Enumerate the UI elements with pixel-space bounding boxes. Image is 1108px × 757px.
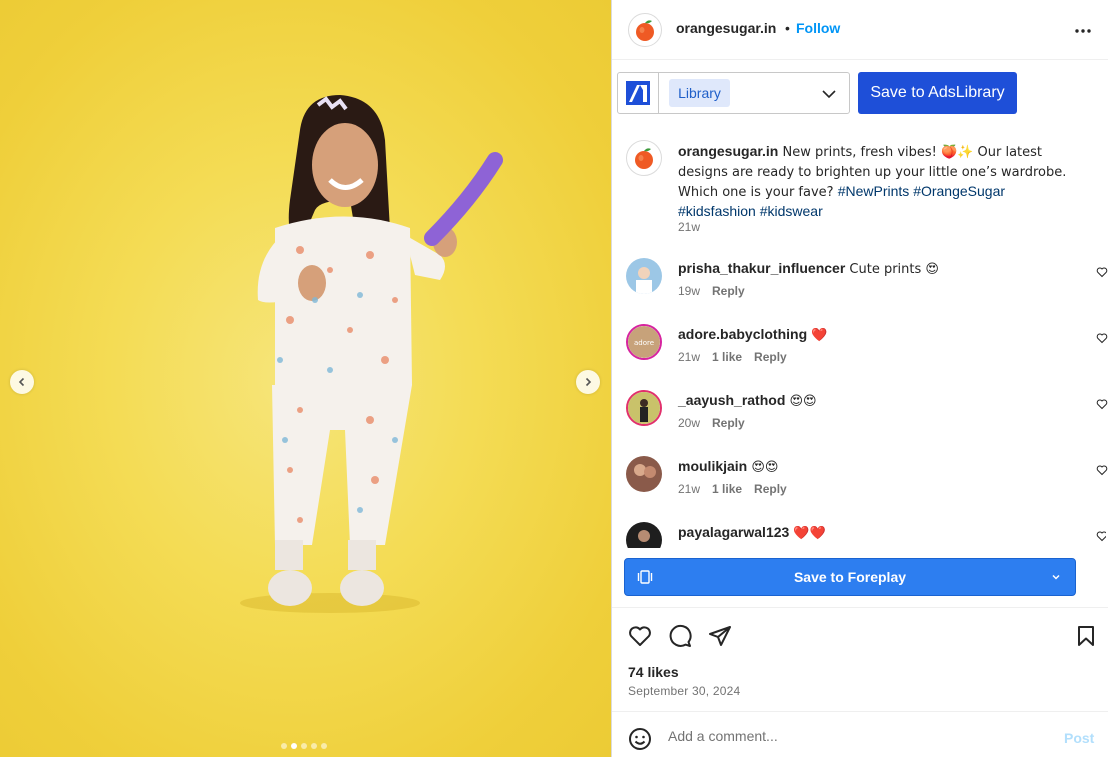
- comment-timestamp[interactable]: 21w: [678, 482, 700, 496]
- avatar-logo-text: adore: [634, 339, 654, 347]
- comment-item: adore adore.babyclothing ❤️ 21w 1 like Rep…: [626, 324, 1108, 384]
- save-to-foreplay-button[interactable]: Save to Foreplay: [624, 558, 1076, 596]
- like-comment-heart-icon[interactable]: [1096, 398, 1108, 410]
- comment-body: 😍😍: [785, 394, 817, 409]
- avatar-photo: adore: [628, 326, 660, 358]
- chevron-down-icon[interactable]: [1051, 572, 1061, 582]
- like-comment-heart-icon[interactable]: [1096, 530, 1106, 542]
- comment-item: payalagarwal123 ❤️❤️: [626, 522, 1106, 548]
- author-avatar[interactable]: [628, 13, 662, 47]
- comment-likes[interactable]: 1 like: [712, 350, 742, 364]
- orange-logo-icon: [636, 20, 654, 41]
- like-comment-heart-icon[interactable]: [1096, 266, 1108, 278]
- adslibrary-logo-icon: [626, 81, 650, 105]
- reply-button[interactable]: Reply: [712, 416, 745, 430]
- comment-timestamp[interactable]: 19w: [678, 284, 700, 298]
- like-comment-heart-icon[interactable]: [1096, 332, 1108, 344]
- separator-dot: •: [785, 20, 790, 36]
- carousel-dot: [281, 743, 287, 749]
- comment-meta: 20w Reply: [678, 416, 745, 430]
- hashtag-link[interactable]: #OrangeSugar: [913, 183, 1005, 199]
- commenter-username[interactable]: prisha_thakur_influencer: [678, 260, 845, 276]
- caption-username[interactable]: orangesugar.in: [678, 143, 778, 159]
- post-comment-button[interactable]: Post: [1064, 730, 1094, 746]
- emoji-smiley-icon[interactable]: [628, 727, 652, 751]
- adslibrary-board-select[interactable]: Library: [617, 72, 850, 114]
- comment-item: _aayush_rathod 😍😍 20w Reply: [626, 390, 1108, 450]
- carousel-indicator: [281, 743, 327, 749]
- selected-board-chip[interactable]: Library: [669, 79, 730, 107]
- comment-bubble-icon[interactable]: [668, 624, 692, 648]
- commenter-username[interactable]: payalagarwal123: [678, 524, 789, 540]
- reply-button[interactable]: Reply: [754, 482, 787, 496]
- reply-button[interactable]: Reply: [754, 350, 787, 364]
- commenter-username[interactable]: moulikjain: [678, 458, 747, 474]
- commenter-avatar[interactable]: [626, 456, 662, 492]
- comment-text: _aayush_rathod 😍😍: [678, 392, 817, 409]
- comment-body: Cute prints 😍: [845, 262, 939, 277]
- add-comment-bar: Post: [612, 711, 1108, 757]
- commenter-avatar[interactable]: adore: [626, 324, 662, 360]
- more-options-icon[interactable]: [1074, 22, 1092, 40]
- next-image-button[interactable]: [576, 370, 600, 394]
- comment-item: prisha_thakur_influencer Cute prints 😍 1…: [626, 258, 1108, 318]
- reply-button[interactable]: Reply: [712, 284, 745, 298]
- comment-text: prisha_thakur_influencer Cute prints 😍: [678, 260, 939, 277]
- comment-item: moulikjain 😍😍 21w 1 like Reply: [626, 456, 1108, 516]
- comment-body: ❤️❤️: [789, 526, 826, 541]
- comment-input[interactable]: [668, 725, 1048, 747]
- carousel-dot: [311, 743, 317, 749]
- post-media[interactable]: [0, 0, 611, 757]
- orange-logo-icon: [635, 148, 653, 169]
- avatar-photo: [626, 522, 662, 548]
- carousel-dot-active: [291, 743, 297, 749]
- avatar-photo: [626, 258, 662, 294]
- commenter-avatar[interactable]: [626, 258, 662, 294]
- comment-meta: 19w Reply: [678, 284, 745, 298]
- caption-author-avatar[interactable]: [626, 140, 662, 176]
- chevron-down-icon[interactable]: [821, 86, 837, 102]
- post-actions: 74 likes September 30, 2024: [612, 607, 1108, 711]
- avatar-photo: [628, 392, 660, 424]
- likes-count[interactable]: 74 likes: [628, 664, 679, 680]
- commenter-avatar[interactable]: [626, 390, 662, 426]
- chevron-left-icon: [18, 377, 25, 387]
- carousel-dot: [321, 743, 327, 749]
- commenter-avatar[interactable]: [626, 522, 662, 548]
- commenter-username[interactable]: adore.babyclothing: [678, 326, 807, 342]
- comment-body: 😍😍: [747, 460, 779, 475]
- post-header: orangesugar.in • Follow: [612, 0, 1108, 60]
- carousel-dot: [301, 743, 307, 749]
- share-send-icon[interactable]: [708, 624, 732, 648]
- like-heart-icon[interactable]: [628, 624, 652, 648]
- hashtag-link[interactable]: #NewPrints: [838, 183, 910, 199]
- comment-meta: 21w 1 like Reply: [678, 482, 787, 496]
- like-comment-heart-icon[interactable]: [1096, 464, 1108, 476]
- chevron-right-icon: [585, 377, 592, 387]
- comment-meta: 21w 1 like Reply: [678, 350, 787, 364]
- bookmark-save-icon[interactable]: [1074, 624, 1098, 648]
- commenter-username[interactable]: _aayush_rathod: [678, 392, 785, 408]
- adslibrary-logo: [618, 73, 659, 113]
- comment-text: payalagarwal123 ❤️❤️: [678, 524, 826, 541]
- comment-likes[interactable]: 1 like: [712, 482, 742, 496]
- post-date: September 30, 2024: [628, 684, 741, 698]
- previous-image-button[interactable]: [10, 370, 34, 394]
- post-sidebar: orangesugar.in • Follow Library Save to …: [611, 0, 1108, 757]
- author-username[interactable]: orangesugar.in: [676, 20, 776, 36]
- comment-timestamp[interactable]: 20w: [678, 416, 700, 430]
- comment-text: moulikjain 😍😍: [678, 458, 778, 475]
- hashtag-link[interactable]: #kidsfashion: [678, 203, 756, 219]
- follow-button[interactable]: Follow: [796, 20, 840, 36]
- hashtag-link[interactable]: #kidswear: [760, 203, 823, 219]
- post-image: [240, 95, 503, 613]
- comment-body: ❤️: [807, 328, 828, 343]
- caption-text: orangesugar.in New prints, fresh vibes! …: [678, 142, 1078, 220]
- avatar-photo: [626, 456, 662, 492]
- foreplay-label: Save to Foreplay: [793, 569, 907, 585]
- caption-timestamp[interactable]: 21w: [678, 220, 700, 234]
- save-to-adslibrary-button[interactable]: Save to AdsLibrary: [858, 72, 1017, 114]
- comment-timestamp[interactable]: 21w: [678, 350, 700, 364]
- comment-text: adore.babyclothing ❤️: [678, 326, 827, 343]
